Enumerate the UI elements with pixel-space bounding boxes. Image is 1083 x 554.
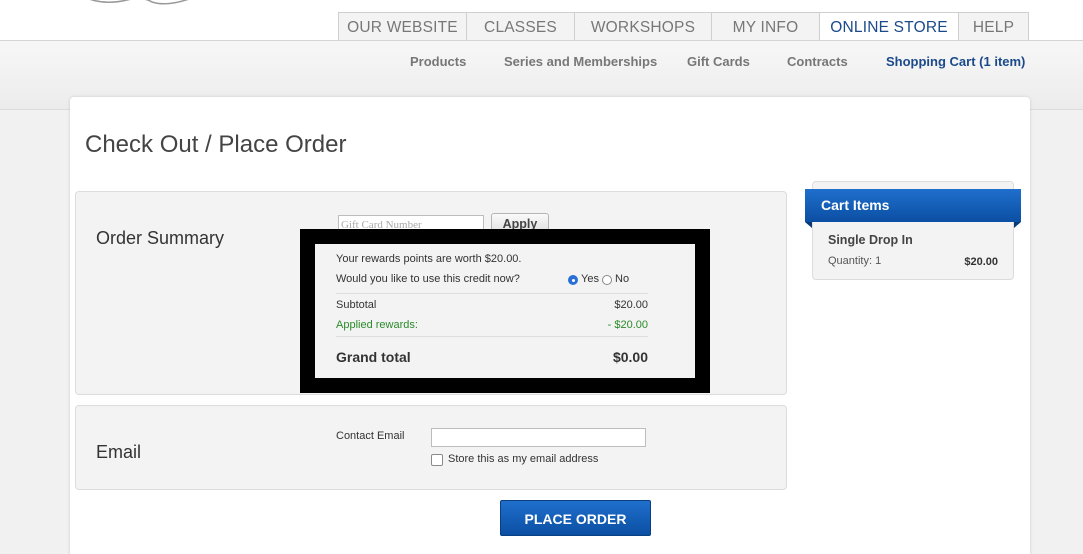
subnav-shopping-cart[interactable]: Shopping Cart (1 item)	[886, 54, 1025, 70]
contact-email-label: Contact Email	[336, 430, 405, 442]
subtotal-value: $20.00	[614, 299, 648, 311]
cart-item-price: $20.00	[964, 256, 998, 268]
email-label: Email	[96, 442, 142, 462]
tab-help[interactable]: HELP	[958, 12, 1029, 42]
tab-my-info[interactable]: MY INFO	[711, 12, 820, 42]
tab-classes[interactable]: CLASSES	[466, 12, 575, 42]
rewards-text: Your rewards points are worth $20.00.	[336, 253, 522, 265]
cart-item-name[interactable]: Single Drop In	[828, 233, 913, 247]
ribbon-fold-right	[1014, 222, 1021, 228]
contact-email-input[interactable]	[431, 428, 646, 447]
subnav-products[interactable]: Products	[410, 54, 466, 70]
place-order-button[interactable]: PLACE ORDER	[500, 500, 651, 536]
store-email-label[interactable]: Store this as my email address	[448, 453, 598, 465]
cart-item-quantity: Quantity: 1	[828, 255, 882, 267]
store-email-checkbox[interactable]	[431, 454, 443, 466]
subnav-series-memberships[interactable]: Series and Memberships	[504, 54, 657, 70]
summary-divider	[336, 293, 648, 294]
tab-online-store[interactable]: ONLINE STORE	[819, 12, 959, 42]
rewards-no-radio[interactable]	[602, 275, 612, 285]
rewards-no-label[interactable]: No	[615, 273, 629, 285]
grand-total-value: $0.00	[612, 349, 648, 365]
applied-rewards-value: - $20.00	[607, 319, 648, 331]
tab-workshops[interactable]: WORKSHOPS	[574, 12, 712, 42]
page-title: Check Out / Place Order	[85, 131, 347, 158]
main-nav: OUR WEBSITE CLASSES WORKSHOPS MY INFO ON…	[338, 12, 1029, 42]
total-divider	[336, 336, 648, 337]
rewards-yes-radio[interactable]	[568, 275, 578, 285]
rewards-yes-label[interactable]: Yes	[581, 273, 599, 285]
tab-our-website[interactable]: OUR WEBSITE	[338, 12, 467, 42]
brand-logo[interactable]	[72, 0, 222, 8]
use-credit-question: Would you like to use this credit now?	[336, 273, 520, 285]
subnav-contracts[interactable]: Contracts	[787, 54, 848, 70]
subtotal-label: Subtotal	[336, 299, 377, 311]
grand-total-label: Grand total	[336, 349, 411, 365]
order-summary-label: Order Summary	[96, 228, 225, 248]
ribbon-fold-left	[805, 222, 812, 228]
subnav-gift-cards[interactable]: Gift Cards	[687, 54, 750, 70]
cart-items-title: Cart Items	[805, 189, 1021, 222]
applied-rewards-label: Applied rewards:	[336, 319, 418, 331]
email-panel	[75, 405, 787, 490]
